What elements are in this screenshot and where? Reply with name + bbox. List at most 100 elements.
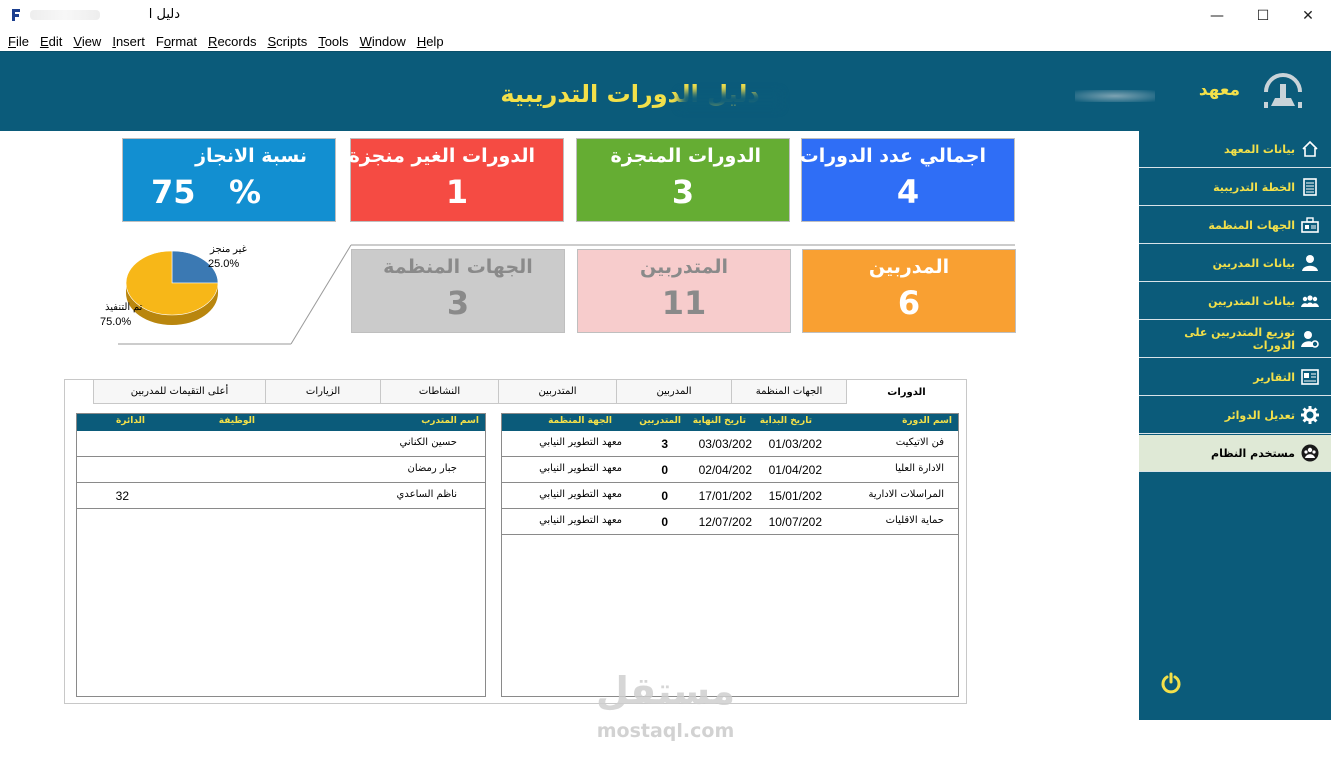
sidebar-item-9[interactable]: مستخدم النظام: [1139, 435, 1331, 472]
cell-start-date: 01/04/202: [768, 463, 822, 477]
tile-value: 1: [445, 173, 469, 211]
sidebar-item-7[interactable]: التقارير: [1139, 359, 1331, 396]
table-row[interactable]: الادارة العليا 01/04/202 02/04/202 0 معهد ال…: [502, 457, 958, 483]
cell-organizer: معهد التطوير النيابي: [539, 463, 622, 474]
title-redaction: [680, 92, 780, 108]
cell-trainees-count: 3: [661, 437, 668, 451]
app-window: { "window": { "title": "دليل ا", "minimi…: [0, 0, 1331, 762]
tab-6[interactable]: الزيارات: [265, 380, 380, 404]
window-title: دليل ا: [148, 7, 180, 22]
sidebar-item-label: الجهات المنظمة: [1208, 218, 1295, 232]
institute-redaction: [1075, 90, 1155, 102]
tab-4[interactable]: المتدربين: [498, 380, 616, 404]
title-redacted: [30, 10, 100, 20]
tile-completed-courses: الدورات المنجزة 3: [576, 138, 790, 222]
tab-1[interactable]: الدورات: [846, 380, 966, 404]
menu-insert[interactable]: Insert: [112, 34, 145, 49]
cell-end-date: 02/04/202: [698, 463, 752, 477]
cell-end-date: 12/07/202: [698, 515, 752, 529]
menu-view[interactable]: View: [73, 34, 101, 49]
menu-file[interactable]: File: [8, 34, 29, 49]
col-job: الوظيفة: [218, 416, 255, 426]
header-banner: دليل الدورات التدريبية معهد: [0, 51, 1331, 131]
tile-pending-courses: الدورات الغير منجزة 1: [348, 138, 564, 222]
tile-value: 75 %: [151, 173, 262, 211]
sidebar-item-2[interactable]: الخطة التدريبية: [1139, 169, 1331, 206]
cell-start-date: 01/03/202: [768, 437, 822, 451]
sidebar-item-label: الخطة التدريبية: [1213, 180, 1295, 194]
table-row[interactable]: حماية الاقليات 10/07/202 12/07/202 0 معهد ال…: [502, 509, 958, 535]
cell-start-date: 15/01/202: [768, 489, 822, 503]
table-row[interactable]: جبار رمضان: [77, 457, 485, 483]
cell-trainees-count: 0: [661, 489, 668, 503]
sidebar-item-4[interactable]: بيانات المدربين: [1139, 245, 1331, 282]
home-icon: [1301, 140, 1319, 158]
cell-trainees-count: 0: [661, 463, 668, 477]
courses-grid: اسم الدورة تاريخ البداية تاريخ النهاية ا…: [501, 413, 959, 697]
pie-frame: [118, 244, 1015, 345]
col-course-name: اسم الدورة: [902, 416, 952, 426]
cell-organizer: معهد التطوير النيابي: [539, 437, 622, 448]
sidebar-item-label: مستخدم النظام: [1211, 446, 1295, 460]
watermark-logo: مستقل: [596, 669, 735, 713]
tile-label: الدورات الغير منجزة: [348, 145, 535, 167]
sidebar-item-label: بيانات المتدربين: [1208, 294, 1295, 308]
cell-end-date: 17/01/202: [698, 489, 752, 503]
users-circle-icon: [1301, 444, 1319, 462]
tabs-panel: الدورات الجهات المنظمة المدربين المتدربين ال…: [64, 379, 967, 704]
app-icon: [10, 8, 22, 22]
report-icon: [1301, 368, 1319, 386]
cell-organizer: معهد التطوير النيابي: [539, 515, 622, 526]
cell-course-name: الادارة العليا: [895, 463, 944, 474]
sidebar-item-5[interactable]: بيانات المتدربين: [1139, 283, 1331, 320]
cell-end-date: 03/03/202: [698, 437, 752, 451]
sidebar-item-label: توزيع المتدربين على الدورات: [1184, 326, 1295, 352]
organization-icon: [1301, 216, 1319, 234]
tab-2[interactable]: الجهات المنظمة: [731, 380, 846, 404]
sidebar-item-3[interactable]: الجهات المنظمة: [1139, 207, 1331, 244]
tab-3[interactable]: المدربين: [616, 380, 731, 404]
tile-completion-rate: نسبة الانجاز 75 %: [122, 138, 336, 222]
col-start-date: تاريخ البداية: [759, 416, 812, 426]
col-department: الدائرة: [115, 416, 145, 426]
menu-window[interactable]: Window: [360, 34, 406, 49]
table-row[interactable]: ناظم الساعدي 32: [77, 483, 485, 509]
menu-tools[interactable]: Tools: [318, 34, 348, 49]
sidebar-item-6[interactable]: توزيع المتدربين على الدورات: [1139, 321, 1331, 358]
trainees-grid: اسم المتدرب الوظيفة الدائرة حسين الكناني…: [76, 413, 486, 697]
user-gear-icon: [1301, 330, 1319, 348]
sidebar-item-label: التقارير: [1253, 370, 1295, 384]
tab-5[interactable]: النشاطات: [380, 380, 498, 404]
cell-trainees-count: 0: [661, 515, 668, 529]
table-row[interactable]: المراسلات الادارية 15/01/202 17/01/202 0 معه…: [502, 483, 958, 509]
sidebar: بيانات المعهد الخطة التدريبية الجهات المنظ…: [1139, 131, 1331, 720]
power-icon[interactable]: [1160, 672, 1182, 694]
close-button[interactable]: ✕: [1285, 0, 1331, 31]
sidebar-item-label: تعديل الدوائر: [1224, 408, 1295, 422]
sidebar-item-8[interactable]: تعديل الدوائر: [1139, 397, 1331, 434]
sidebar-item-1[interactable]: بيانات المعهد: [1139, 131, 1331, 168]
tile-total-courses: اجمالي عدد الدورات 4: [800, 138, 1015, 222]
menu-format[interactable]: Format: [156, 34, 197, 49]
cell-department: 32: [115, 489, 129, 503]
col-trainee-name: اسم المتدرب: [421, 416, 479, 426]
menu-records[interactable]: Records: [208, 34, 256, 49]
col-end-date: تاريخ النهاية: [692, 416, 746, 426]
pie-pct-done: 75.0%: [100, 316, 132, 328]
courses-grid-header: اسم الدورة تاريخ البداية تاريخ النهاية ا…: [502, 414, 958, 431]
menu-edit[interactable]: Edit: [40, 34, 62, 49]
table-row[interactable]: حسين الكناني: [77, 431, 485, 457]
tab-7[interactable]: أعلى التقيمات للمدربين: [93, 380, 265, 404]
plan-icon: [1301, 178, 1319, 196]
table-row[interactable]: فن الاتيكيت 01/03/202 03/03/202 3 معهد التطو…: [502, 431, 958, 457]
minimize-button[interactable]: —: [1194, 0, 1240, 31]
title-bar: دليل ا — ☐ ✕: [0, 0, 1331, 31]
watermark-url: mostaql.com: [596, 720, 735, 742]
maximize-button[interactable]: ☐: [1240, 0, 1286, 31]
col-organizer: الجهة المنظمة: [548, 416, 612, 426]
menu-scripts[interactable]: Scripts: [267, 34, 307, 49]
menu-help[interactable]: Help: [417, 34, 444, 49]
institute-name: معهد: [1198, 80, 1240, 100]
cell-start-date: 10/07/202: [768, 515, 822, 529]
sidebar-item-label: بيانات المعهد: [1224, 142, 1295, 156]
